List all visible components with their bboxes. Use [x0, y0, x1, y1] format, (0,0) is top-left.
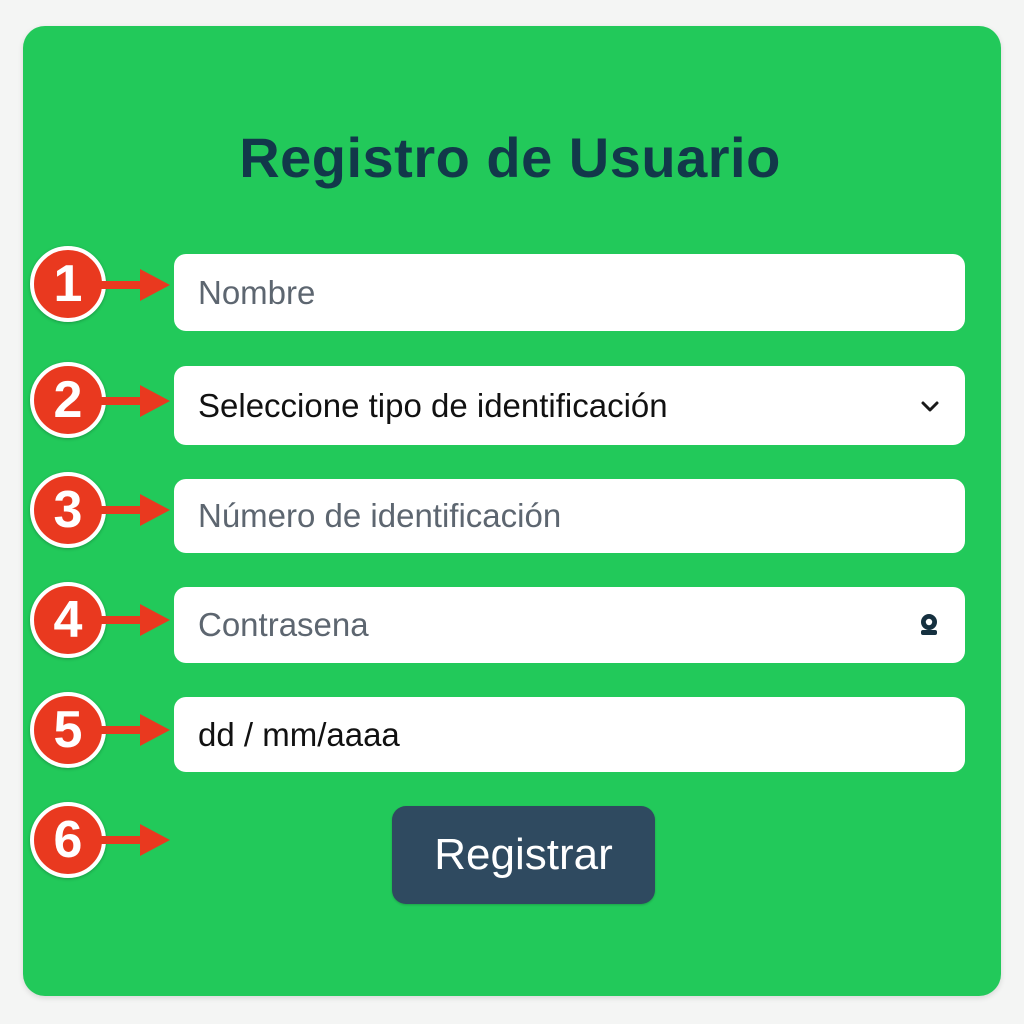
annotation-marker-4: 4	[30, 582, 106, 658]
annotation-marker-3: 3	[30, 472, 106, 548]
name-input[interactable]: Nombre	[174, 254, 965, 331]
right-arrow-icon	[100, 494, 170, 526]
birthdate-value: dd / mm/aaaa	[198, 715, 400, 753]
right-arrow-icon	[100, 824, 170, 856]
annotation-marker-1: 1	[30, 246, 106, 322]
chevron-down-icon	[919, 395, 941, 417]
annotation-marker-6: 6	[30, 802, 106, 878]
id-type-selected: Seleccione tipo de identificación	[198, 386, 668, 424]
right-arrow-icon	[100, 604, 170, 636]
birthdate-input[interactable]: dd / mm/aaaa	[174, 697, 965, 772]
annotation-marker-5: 5	[30, 692, 106, 768]
password-input[interactable]: Contrasena	[174, 587, 965, 663]
right-arrow-icon	[100, 385, 170, 417]
id-number-placeholder: Número de identificación	[198, 497, 562, 534]
annotation-marker-2: 2	[30, 362, 106, 438]
right-arrow-icon	[100, 269, 170, 301]
password-toggle-icon[interactable]	[917, 612, 941, 638]
id-type-select[interactable]: Seleccione tipo de identificación	[174, 366, 965, 445]
id-number-input[interactable]: Número de identificación	[174, 479, 965, 553]
name-input-placeholder: Nombre	[198, 273, 316, 311]
right-arrow-icon	[100, 714, 170, 746]
page-title: Registro de Usuario	[239, 126, 781, 189]
password-placeholder: Contrasena	[198, 606, 369, 643]
register-button[interactable]: Registrar	[392, 806, 655, 904]
